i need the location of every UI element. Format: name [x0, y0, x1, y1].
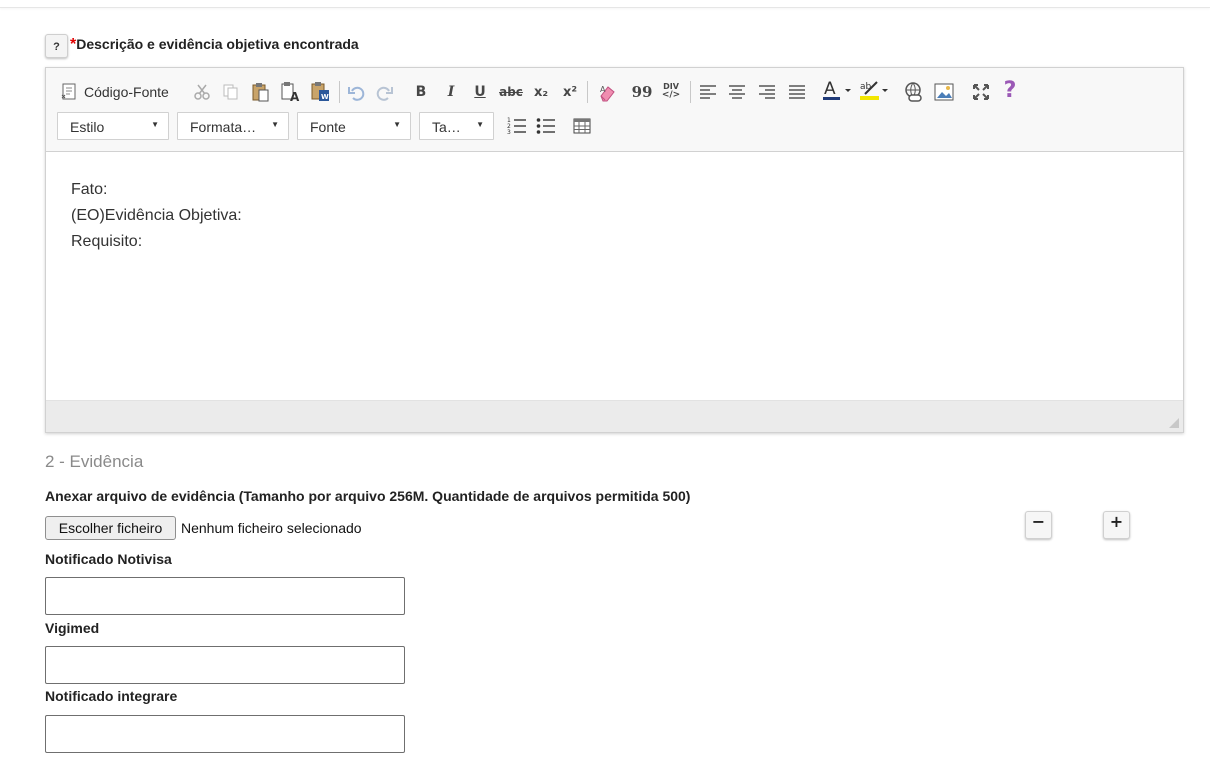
- toolbar-separator: [339, 81, 340, 103]
- chevron-down-icon: ▼: [393, 120, 401, 129]
- toolbar-separator: [690, 81, 691, 103]
- size-combo-label: Ta…: [432, 119, 461, 135]
- numbered-list-icon[interactable]: 123: [506, 115, 528, 137]
- file-status-text: Nenhum ficheiro selecionado: [181, 520, 362, 536]
- undo-icon[interactable]: [345, 81, 367, 103]
- italic-button[interactable]: I: [441, 81, 461, 103]
- underline-button[interactable]: U: [470, 81, 490, 103]
- content-line-requisito: Requisito:: [71, 233, 143, 250]
- size-combo[interactable]: Ta… ▼: [419, 112, 494, 140]
- svg-text:A: A: [290, 90, 300, 103]
- redo-icon[interactable]: [374, 81, 396, 103]
- paste-text-icon[interactable]: A: [279, 81, 303, 103]
- style-combo[interactable]: Estilo ▼: [57, 112, 169, 140]
- image-icon[interactable]: [933, 81, 955, 103]
- strikethrough-button[interactable]: abc: [498, 81, 524, 103]
- highlight-icon: ab: [860, 81, 888, 100]
- highlight-color-button[interactable]: ab: [858, 79, 890, 101]
- format-combo-label: Formata…: [190, 119, 257, 135]
- editor-toolbar: Código-Fonte A W B I U abc x₂ x² A 99 DI…: [46, 68, 1183, 152]
- rich-text-editor[interactable]: Código-Fonte A W B I U abc x₂ x² A 99 DI…: [45, 67, 1184, 433]
- align-right-icon[interactable]: [756, 81, 778, 103]
- paste-icon[interactable]: [250, 81, 272, 103]
- svg-text:A: A: [824, 79, 836, 99]
- chevron-down-icon: ▼: [271, 120, 279, 129]
- top-divider: [0, 0, 1210, 8]
- code-brackets-icon: </>: [661, 90, 681, 100]
- blockquote-button[interactable]: 99: [631, 81, 653, 103]
- add-attachment-button[interactable]: +: [1103, 511, 1130, 539]
- svg-text:A: A: [600, 85, 606, 94]
- font-combo-label: Fonte: [310, 119, 346, 135]
- subscript-button[interactable]: x₂: [530, 81, 552, 103]
- text-color-icon: A: [823, 79, 851, 100]
- cut-icon[interactable]: [191, 81, 213, 103]
- toolbar-separator: [587, 81, 588, 103]
- choose-file-button[interactable]: Escolher ficheiro: [45, 516, 176, 540]
- svg-text:W: W: [321, 93, 329, 101]
- maximize-icon[interactable]: [970, 81, 992, 103]
- align-left-icon[interactable]: [697, 81, 719, 103]
- text-color-button[interactable]: A: [821, 79, 853, 101]
- integrare-label: Notificado integrare: [45, 688, 178, 704]
- source-button-label: Código-Fonte: [84, 84, 169, 100]
- section-title: 2 - Evidência: [45, 452, 144, 471]
- format-combo[interactable]: Formata… ▼: [177, 112, 289, 140]
- vigimed-label: Vigimed: [45, 620, 100, 636]
- field-title: *Descrição e evidência objetiva encontra…: [70, 36, 359, 54]
- link-icon[interactable]: [902, 81, 926, 103]
- chevron-down-icon: ▼: [151, 120, 159, 129]
- content-line-fato: Fato:: [71, 181, 108, 198]
- svg-text:3: 3: [507, 129, 511, 136]
- help-button[interactable]: ?: [45, 34, 68, 58]
- vigimed-input[interactable]: [45, 646, 405, 684]
- attachment-label: Anexar arquivo de evidência (Tamanho por…: [45, 488, 691, 504]
- remove-format-icon[interactable]: A: [596, 81, 618, 103]
- editor-status-bar: [46, 400, 1183, 432]
- source-code-icon: [61, 83, 76, 100]
- notivisa-input[interactable]: [45, 577, 405, 615]
- help-icon[interactable]: ?: [999, 78, 1021, 103]
- integrare-input[interactable]: [45, 715, 405, 753]
- copy-icon[interactable]: [220, 81, 242, 103]
- editor-content-area[interactable]: Fato: (EO)Evidência Objetiva: Requisito:: [46, 152, 1183, 402]
- align-center-icon[interactable]: [726, 81, 748, 103]
- table-icon[interactable]: [571, 115, 593, 137]
- source-button[interactable]: Código-Fonte: [60, 81, 169, 103]
- chevron-down-icon: ▼: [476, 120, 484, 129]
- remove-attachment-button[interactable]: −: [1025, 511, 1052, 539]
- content-line-evidencia: (EO)Evidência Objetiva:: [71, 207, 242, 224]
- paste-word-icon[interactable]: W: [309, 81, 333, 103]
- justify-icon[interactable]: [786, 81, 808, 103]
- font-combo[interactable]: Fonte ▼: [297, 112, 411, 140]
- superscript-button[interactable]: x²: [559, 81, 581, 103]
- notivisa-label: Notificado Notivisa: [45, 551, 172, 567]
- style-combo-label: Estilo: [70, 119, 105, 135]
- resize-handle[interactable]: [1169, 418, 1179, 428]
- bullet-list-icon[interactable]: [535, 115, 557, 137]
- bold-button[interactable]: B: [411, 81, 431, 103]
- div-container-button[interactable]: DIV </>: [660, 78, 682, 104]
- field-title-text: Descrição e evidência objetiva encontrad…: [76, 36, 359, 52]
